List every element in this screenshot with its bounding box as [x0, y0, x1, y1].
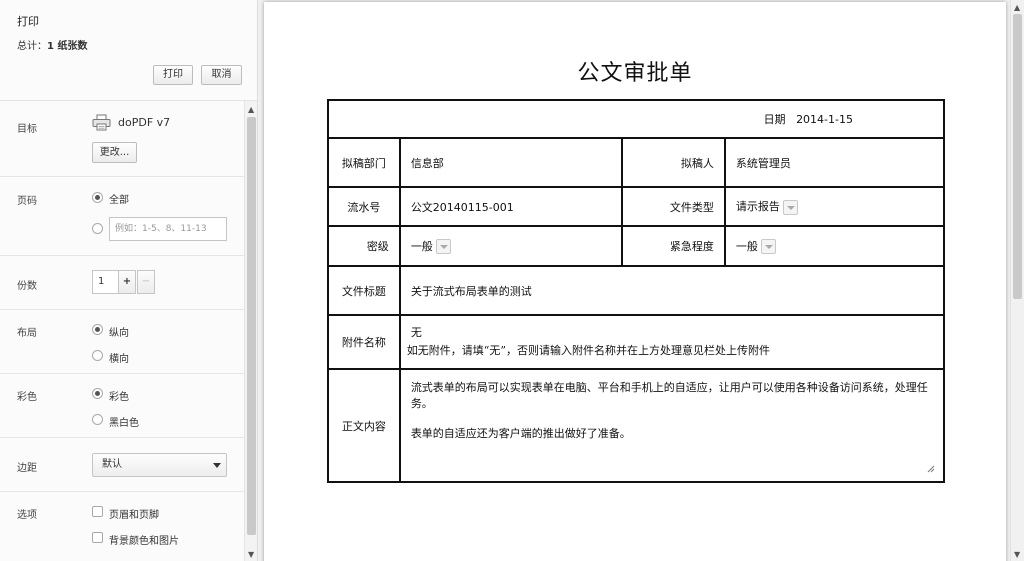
doc-type-label: 文件类型: [621, 186, 726, 227]
date-cell: 日期 2014-1-15: [327, 99, 945, 139]
pages-all-radio[interactable]: [92, 192, 103, 203]
cancel-button[interactable]: 取消: [201, 65, 242, 85]
doc-type-value: 请示报告: [735, 200, 780, 214]
secrecy-field[interactable]: 一般: [398, 225, 624, 267]
color-radio[interactable]: [92, 388, 103, 399]
printer-name: doPDF v7: [118, 116, 171, 129]
headers-footers-checkbox[interactable]: [92, 506, 103, 517]
resize-grip-icon[interactable]: [927, 465, 935, 473]
table-row: 文件标题 关于流式布局表单的测试: [327, 265, 946, 316]
sidebar-scrollbar[interactable]: ▲ ▼: [244, 101, 257, 561]
pages-range-input[interactable]: 例如：1-5、8、11-13: [109, 217, 227, 241]
background-checkbox[interactable]: [92, 532, 103, 543]
destination-label: 目标: [17, 124, 37, 135]
draft-dept-value: 信息部: [398, 137, 624, 188]
scroll-up-icon[interactable]: ▲: [248, 105, 254, 114]
scroll-down-icon[interactable]: ▼: [1014, 550, 1020, 559]
preview-page: 公文审批单 日期 2014-1-15 拟稿部门 信息部 拟稿人 系统管理员 流水…: [264, 2, 1006, 561]
options-label: 选项: [17, 510, 37, 521]
print-button[interactable]: 打印: [153, 65, 193, 85]
headers-footers-label: 页眉和页脚: [109, 510, 159, 521]
date-label: 日期: [763, 113, 786, 126]
scroll-up-icon[interactable]: ▲: [1014, 3, 1020, 12]
chevron-down-icon[interactable]: [435, 239, 451, 255]
pages-label: 页码: [17, 196, 37, 207]
table-row: 附件名称 无 如无附件，请填“无”，否则请输入附件名称并在上方处理意见栏处上传附…: [327, 314, 946, 370]
preview-scrollbar[interactable]: ▲ ▼: [1010, 0, 1024, 561]
margins-section: 边距 默认: [0, 438, 244, 492]
total-sheets: 总计：1 纸张数: [17, 37, 87, 52]
body-label: 正文内容: [327, 368, 401, 483]
options-section: 选项 页眉和页脚 背景颜色和图片: [0, 492, 244, 561]
layout-section: 布局 纵向 横向: [0, 310, 244, 374]
print-preview-area: 公文审批单 日期 2014-1-15 拟稿部门 信息部 拟稿人 系统管理员 流水…: [259, 0, 1010, 561]
draft-dept-label: 拟稿部门: [327, 137, 401, 188]
attachment-hint: 如无附件，请填“无”，否则请输入附件名称并在上方处理意见栏处上传附件: [406, 344, 771, 357]
date-row: 日期 2014-1-15: [327, 99, 945, 139]
attachment-label: 附件名称: [327, 314, 401, 370]
secrecy-value: 一般: [410, 239, 433, 253]
attachment-value: 无: [410, 326, 422, 339]
margins-value: 默认: [102, 459, 122, 470]
table-row: 正文内容 流式表单的布局可以实现表单在电脑、平台和手机上的自适应，让用户可以使用…: [327, 368, 946, 483]
portrait-radio[interactable]: [92, 324, 103, 335]
chevron-down-icon[interactable]: [782, 199, 798, 215]
doc-type-field[interactable]: 请示报告: [723, 186, 946, 227]
landscape-label: 横向: [109, 354, 129, 365]
body-paragraph-2: 表单的自适应还为客户端的推出做好了准备。: [410, 427, 631, 440]
document-title: 公文审批单: [577, 61, 693, 86]
table-row: 流水号 公文20140115-001 文件类型 请示报告: [327, 186, 946, 227]
chevron-down-icon: [213, 463, 221, 468]
body-textarea[interactable]: 流式表单的布局可以实现表单在电脑、平台和手机上的自适应，让用户可以使用各种设备访…: [398, 368, 946, 483]
total-value: 1 纸张数: [47, 41, 88, 52]
bw-radio[interactable]: [92, 414, 103, 425]
background-label: 背景颜色和图片: [109, 536, 179, 547]
sidebar-header: 打印 总计：1 纸张数 打印 取消: [0, 0, 257, 101]
copies-increment-button[interactable]: +: [118, 270, 136, 294]
printer-icon: [92, 114, 111, 131]
urgency-label: 紧急程度: [621, 225, 726, 267]
table-row: 密级 一般 紧急程度 一般: [327, 225, 946, 267]
print-title: 打印: [17, 15, 39, 28]
serial-label: 流水号: [327, 186, 401, 227]
secrecy-label: 密级: [327, 225, 401, 267]
file-title-value[interactable]: 关于流式布局表单的测试: [398, 265, 946, 316]
body-paragraph-1: 流式表单的布局可以实现表单在电脑、平台和手机上的自适应，让用户可以使用各种设备访…: [410, 381, 928, 410]
landscape-radio[interactable]: [92, 350, 103, 361]
destination-section: 目标 doPDF v7 更改...: [0, 101, 244, 177]
chevron-down-icon[interactable]: [760, 239, 776, 255]
color-option-label: 彩色: [109, 392, 129, 403]
pages-range-radio[interactable]: [92, 223, 103, 234]
sidebar-scroll-thumb[interactable]: [247, 117, 256, 535]
change-printer-button[interactable]: 更改...: [92, 142, 137, 163]
attachment-cell[interactable]: 无 如无附件，请填“无”，否则请输入附件名称并在上方处理意见栏处上传附件: [398, 314, 946, 370]
copies-input[interactable]: 1: [92, 270, 119, 294]
urgency-value: 一般: [735, 239, 758, 253]
print-settings-sidebar: 打印 总计：1 纸张数 打印 取消 目标 doPDF v7 更改... 页码 全…: [0, 0, 258, 561]
margins-label: 边距: [17, 463, 37, 474]
copies-decrement-button[interactable]: −: [137, 270, 155, 294]
pages-all-label: 全部: [109, 195, 129, 206]
pages-section: 页码 全部 例如：1-5、8、11-13: [0, 177, 244, 256]
settings-scroll-area: 目标 doPDF v7 更改... 页码 全部 例如：1-5、8、11-13 份…: [0, 101, 244, 561]
color-section: 彩色 彩色 黑白色: [0, 374, 244, 438]
file-title-label: 文件标题: [327, 265, 401, 316]
color-label: 彩色: [17, 392, 37, 403]
portrait-label: 纵向: [109, 328, 129, 339]
copies-label: 份数: [17, 281, 37, 292]
date-value: 2014-1-15: [796, 113, 853, 126]
drafter-value: 系统管理员: [723, 137, 946, 188]
total-prefix: 总计：: [17, 41, 47, 52]
layout-label: 布局: [17, 328, 37, 339]
bw-option-label: 黑白色: [109, 418, 139, 429]
urgency-field[interactable]: 一般: [723, 225, 946, 267]
margins-select[interactable]: 默认: [92, 453, 227, 477]
copies-section: 份数 1 + −: [0, 256, 244, 310]
table-row: 拟稿部门 信息部 拟稿人 系统管理员: [327, 137, 946, 188]
drafter-label: 拟稿人: [621, 137, 726, 188]
scroll-down-icon[interactable]: ▼: [248, 550, 254, 559]
approval-form-table: 日期 2014-1-15 拟稿部门 信息部 拟稿人 系统管理员 流水号 公文20…: [327, 99, 946, 483]
serial-value: 公文20140115-001: [398, 186, 624, 227]
preview-scroll-thumb[interactable]: [1013, 14, 1022, 299]
